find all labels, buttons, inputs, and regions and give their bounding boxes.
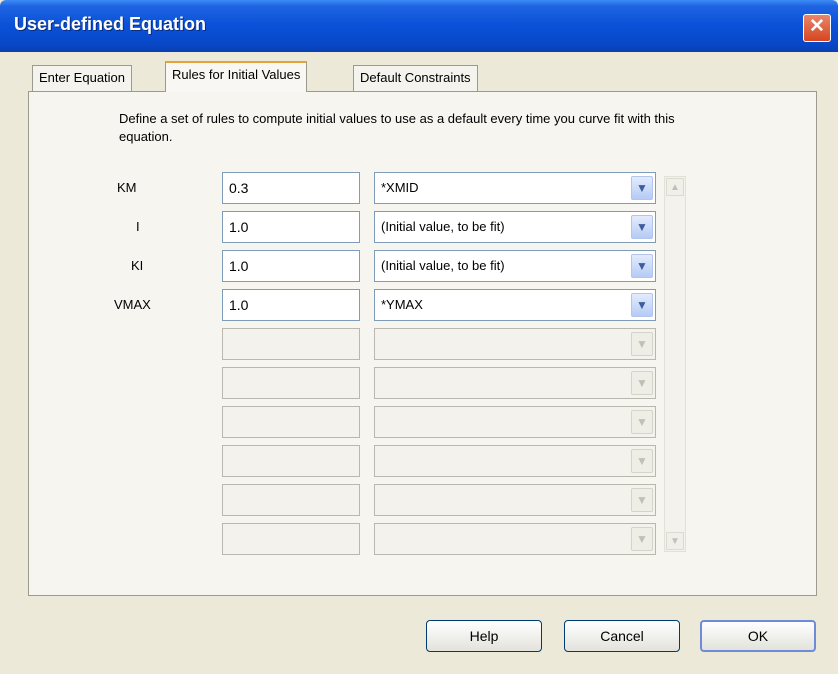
rule-text: (Initial value, to be fit) xyxy=(381,258,505,273)
param-rule-km[interactable]: *XMID ▼ xyxy=(374,172,656,204)
param-rule-empty: ▼ xyxy=(374,367,656,399)
tab-label: Rules for Initial Values xyxy=(172,67,301,82)
param-rule-ki[interactable]: (Initial value, to be fit) ▼ xyxy=(374,250,656,282)
param-value-empty xyxy=(222,523,360,555)
param-label-vmax: VMAX xyxy=(114,297,151,312)
param-value-km[interactable]: 0.3 xyxy=(222,172,360,204)
tab-enter-equation[interactable]: Enter Equation xyxy=(32,65,133,91)
chevron-down-icon[interactable]: ▼ xyxy=(631,254,653,278)
window-title: User-defined Equation xyxy=(14,14,207,34)
scroll-up-icon[interactable]: ▲ xyxy=(666,178,684,196)
cancel-button[interactable]: Cancel xyxy=(564,620,680,652)
param-rule-empty: ▼ xyxy=(374,445,656,477)
description-text: Define a set of rules to compute initial… xyxy=(119,111,675,144)
rule-text: (Initial value, to be fit) xyxy=(381,219,505,234)
chevron-down-icon: ▼ xyxy=(631,488,653,512)
chevron-down-icon: ▼ xyxy=(631,410,653,434)
param-rule-vmax[interactable]: *YMAX ▼ xyxy=(374,289,656,321)
param-value-empty xyxy=(222,484,360,516)
params-scrollbar[interactable]: ▲ ▼ xyxy=(664,176,686,552)
close-button[interactable]: ✕ xyxy=(803,14,831,42)
tab-label: Enter Equation xyxy=(39,70,126,85)
param-value-vmax[interactable]: 1.0 xyxy=(222,289,360,321)
rule-text: *YMAX xyxy=(381,297,423,312)
param-rule-i[interactable]: (Initial value, to be fit) ▼ xyxy=(374,211,656,243)
chevron-down-icon: ▼ xyxy=(631,527,653,551)
param-value-empty xyxy=(222,406,360,438)
param-value-empty xyxy=(222,328,360,360)
chevron-down-icon[interactable]: ▼ xyxy=(631,176,653,200)
scroll-down-icon[interactable]: ▼ xyxy=(666,532,684,550)
chevron-down-icon[interactable]: ▼ xyxy=(631,215,653,239)
param-rule-empty: ▼ xyxy=(374,523,656,555)
rule-text: *XMID xyxy=(381,180,419,195)
tab-default-constraints[interactable]: Default Constraints xyxy=(353,65,478,91)
param-rule-empty: ▼ xyxy=(374,406,656,438)
chevron-down-icon: ▼ xyxy=(631,449,653,473)
dialog-window: User-defined Equation ✕ Enter Equation R… xyxy=(0,0,838,674)
close-icon: ✕ xyxy=(809,16,825,37)
ok-button[interactable]: OK xyxy=(700,620,816,652)
chevron-down-icon: ▼ xyxy=(631,332,653,356)
param-label-km: KM xyxy=(117,180,137,195)
param-label-ki: KI xyxy=(131,258,144,273)
param-rule-empty: ▼ xyxy=(374,484,656,516)
chevron-down-icon[interactable]: ▼ xyxy=(631,293,653,317)
title-bar: User-defined Equation ✕ xyxy=(0,0,838,52)
tab-label: Default Constraints xyxy=(360,70,471,85)
help-button[interactable]: Help xyxy=(426,620,542,652)
param-label-i: I xyxy=(136,219,140,234)
param-value-empty xyxy=(222,445,360,477)
chevron-down-icon: ▼ xyxy=(631,371,653,395)
param-value-empty xyxy=(222,367,360,399)
param-rule-empty: ▼ xyxy=(374,328,656,360)
tab-rules-initial-values[interactable]: Rules for Initial Values xyxy=(165,61,308,92)
param-value-i[interactable]: 1.0 xyxy=(222,211,360,243)
param-value-ki[interactable]: 1.0 xyxy=(222,250,360,282)
